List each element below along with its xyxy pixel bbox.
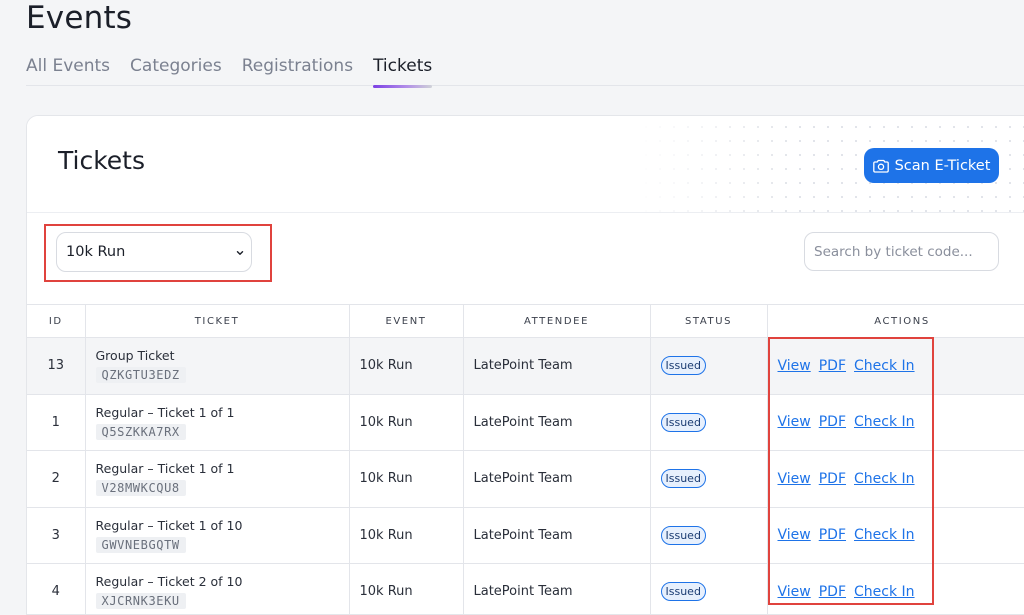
ticket-name: Regular – Ticket 2 of 10: [96, 574, 339, 590]
ticket-code: QZKGTU3EDZ: [96, 367, 186, 383]
column-header-status: STATUS: [650, 305, 767, 338]
actions-cell: View PDF Check In: [767, 394, 1024, 451]
page-title: Events: [26, 0, 132, 36]
attendee-cell: LatePoint Team: [463, 394, 650, 451]
tab-bar: All Events Categories Registrations Tick…: [26, 54, 1024, 86]
card-title: Tickets: [58, 146, 145, 175]
event-filter-highlight-box: [44, 224, 272, 282]
scan-e-ticket-button[interactable]: Scan E-Ticket: [864, 148, 999, 183]
attendee-cell: LatePoint Team: [463, 564, 650, 615]
table-row: 2 Regular – Ticket 1 of 1 V28MWKCQU8 10k…: [27, 451, 1024, 508]
column-header-attendee: ATTENDEE: [463, 305, 650, 338]
column-header-id: ID: [27, 305, 85, 338]
ticket-name: Regular – Ticket 1 of 10: [96, 518, 339, 534]
card-header: Tickets Scan E-Ticket: [27, 116, 1024, 213]
status-cell: Issued: [650, 394, 767, 451]
ticket-code: XJCRNK3EKU: [96, 593, 186, 609]
event-cell: 10k Run: [349, 338, 463, 395]
actions-cell: View PDF Check In: [767, 507, 1024, 564]
tab-all-events[interactable]: All Events: [26, 54, 110, 86]
ticket-cell: Group Ticket QZKGTU3EDZ: [85, 338, 349, 395]
ticket-code: V28MWKCQU8: [96, 480, 186, 496]
actions-cell: View PDF Check In: [767, 564, 1024, 615]
attendee-cell: LatePoint Team: [463, 507, 650, 564]
tickets-card: Tickets Scan E-Ticket 10k Run: [26, 115, 1024, 615]
event-cell: 10k Run: [349, 394, 463, 451]
tab-tickets[interactable]: Tickets: [373, 54, 432, 86]
pdf-link[interactable]: PDF: [819, 414, 846, 430]
event-cell: 10k Run: [349, 507, 463, 564]
ticket-cell: Regular – Ticket 1 of 10 GWVNEBGQTW: [85, 507, 349, 564]
tab-registrations[interactable]: Registrations: [242, 54, 353, 86]
ticket-name: Regular – Ticket 1 of 1: [96, 405, 339, 421]
view-link[interactable]: View: [778, 584, 811, 600]
check-in-link[interactable]: Check In: [854, 527, 915, 543]
status-badge: Issued: [661, 582, 706, 601]
attendee-cell: LatePoint Team: [463, 451, 650, 508]
status-badge: Issued: [661, 413, 706, 432]
check-in-link[interactable]: Check In: [854, 471, 915, 487]
ticket-code: GWVNEBGQTW: [96, 537, 186, 553]
check-in-link[interactable]: Check In: [854, 584, 915, 600]
pdf-link[interactable]: PDF: [819, 358, 846, 374]
pdf-link[interactable]: PDF: [819, 527, 846, 543]
status-cell: Issued: [650, 338, 767, 395]
view-link[interactable]: View: [778, 527, 811, 543]
ticket-id: 4: [27, 564, 85, 615]
ticket-id: 13: [27, 338, 85, 395]
camera-icon: [873, 159, 889, 173]
column-header-actions: ACTIONS: [767, 305, 1024, 338]
status-badge: Issued: [661, 469, 706, 488]
ticket-id: 2: [27, 451, 85, 508]
ticket-id: 3: [27, 507, 85, 564]
status-cell: Issued: [650, 564, 767, 615]
ticket-code-search-input[interactable]: [804, 232, 999, 271]
ticket-cell: Regular – Ticket 1 of 1 V28MWKCQU8: [85, 451, 349, 508]
check-in-link[interactable]: Check In: [854, 414, 915, 430]
ticket-id: 1: [27, 394, 85, 451]
actions-cell: View PDF Check In: [767, 451, 1024, 508]
status-cell: Issued: [650, 507, 767, 564]
tab-categories[interactable]: Categories: [130, 54, 222, 86]
ticket-name: Regular – Ticket 1 of 1: [96, 461, 339, 477]
pdf-link[interactable]: PDF: [819, 471, 846, 487]
view-link[interactable]: View: [778, 471, 811, 487]
pdf-link[interactable]: PDF: [819, 584, 846, 600]
table-row: 4 Regular – Ticket 2 of 10 XJCRNK3EKU 10…: [27, 564, 1024, 615]
column-header-ticket: TICKET: [85, 305, 349, 338]
view-link[interactable]: View: [778, 358, 811, 374]
ticket-code: Q5SZKKA7RX: [96, 424, 186, 440]
event-cell: 10k Run: [349, 564, 463, 615]
table-row: 1 Regular – Ticket 1 of 1 Q5SZKKA7RX 10k…: [27, 394, 1024, 451]
table-header-row: ID TICKET EVENT ATTENDEE STATUS ACTIONS: [27, 305, 1024, 338]
ticket-name: Group Ticket: [96, 348, 339, 364]
actions-cell: View PDF Check In: [767, 338, 1024, 395]
table-row: 13 Group Ticket QZKGTU3EDZ 10k Run LateP…: [27, 338, 1024, 395]
ticket-cell: Regular – Ticket 2 of 10 XJCRNK3EKU: [85, 564, 349, 615]
status-cell: Issued: [650, 451, 767, 508]
event-cell: 10k Run: [349, 451, 463, 508]
attendee-cell: LatePoint Team: [463, 338, 650, 395]
scan-button-label: Scan E-Ticket: [895, 158, 991, 174]
ticket-cell: Regular – Ticket 1 of 1 Q5SZKKA7RX: [85, 394, 349, 451]
view-link[interactable]: View: [778, 414, 811, 430]
column-header-event: EVENT: [349, 305, 463, 338]
status-badge: Issued: [661, 526, 706, 545]
check-in-link[interactable]: Check In: [854, 358, 915, 374]
tickets-table: ID TICKET EVENT ATTENDEE STATUS ACTIONS …: [27, 304, 1024, 615]
status-badge: Issued: [661, 356, 706, 375]
table-row: 3 Regular – Ticket 1 of 10 GWVNEBGQTW 10…: [27, 507, 1024, 564]
